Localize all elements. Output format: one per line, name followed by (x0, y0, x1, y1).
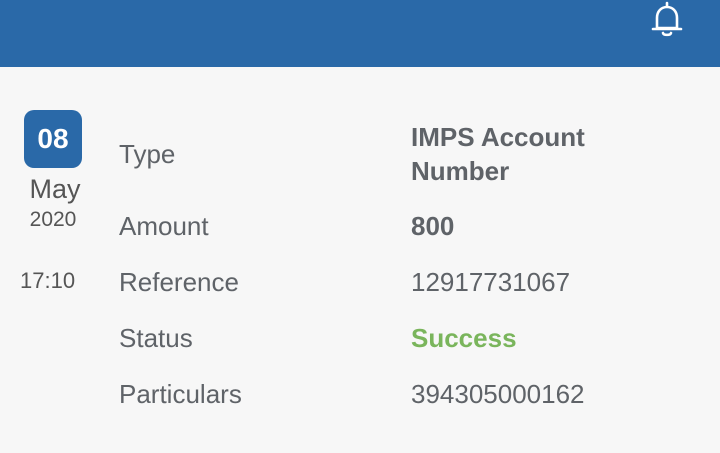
amount-value: 800 (411, 211, 455, 241)
transaction-time: 17:10 (20, 268, 76, 293)
date-day-badge: 08 (24, 110, 82, 168)
particulars-label: Particulars (119, 379, 242, 409)
amount-label: Amount (119, 211, 209, 241)
reference-label: Reference (119, 267, 239, 297)
type-value: IMPS Account Number (411, 122, 585, 186)
bell-icon[interactable] (648, 0, 686, 40)
date-year: 2020 (29, 208, 77, 231)
status-value: Success (411, 323, 517, 353)
reference-value: 12917731067 (411, 267, 571, 297)
date-month: May (29, 174, 81, 204)
status-label: Status (119, 323, 193, 353)
type-label: Type (119, 139, 176, 169)
app-header (0, 0, 720, 67)
particulars-value: 394305000162 (411, 379, 585, 409)
